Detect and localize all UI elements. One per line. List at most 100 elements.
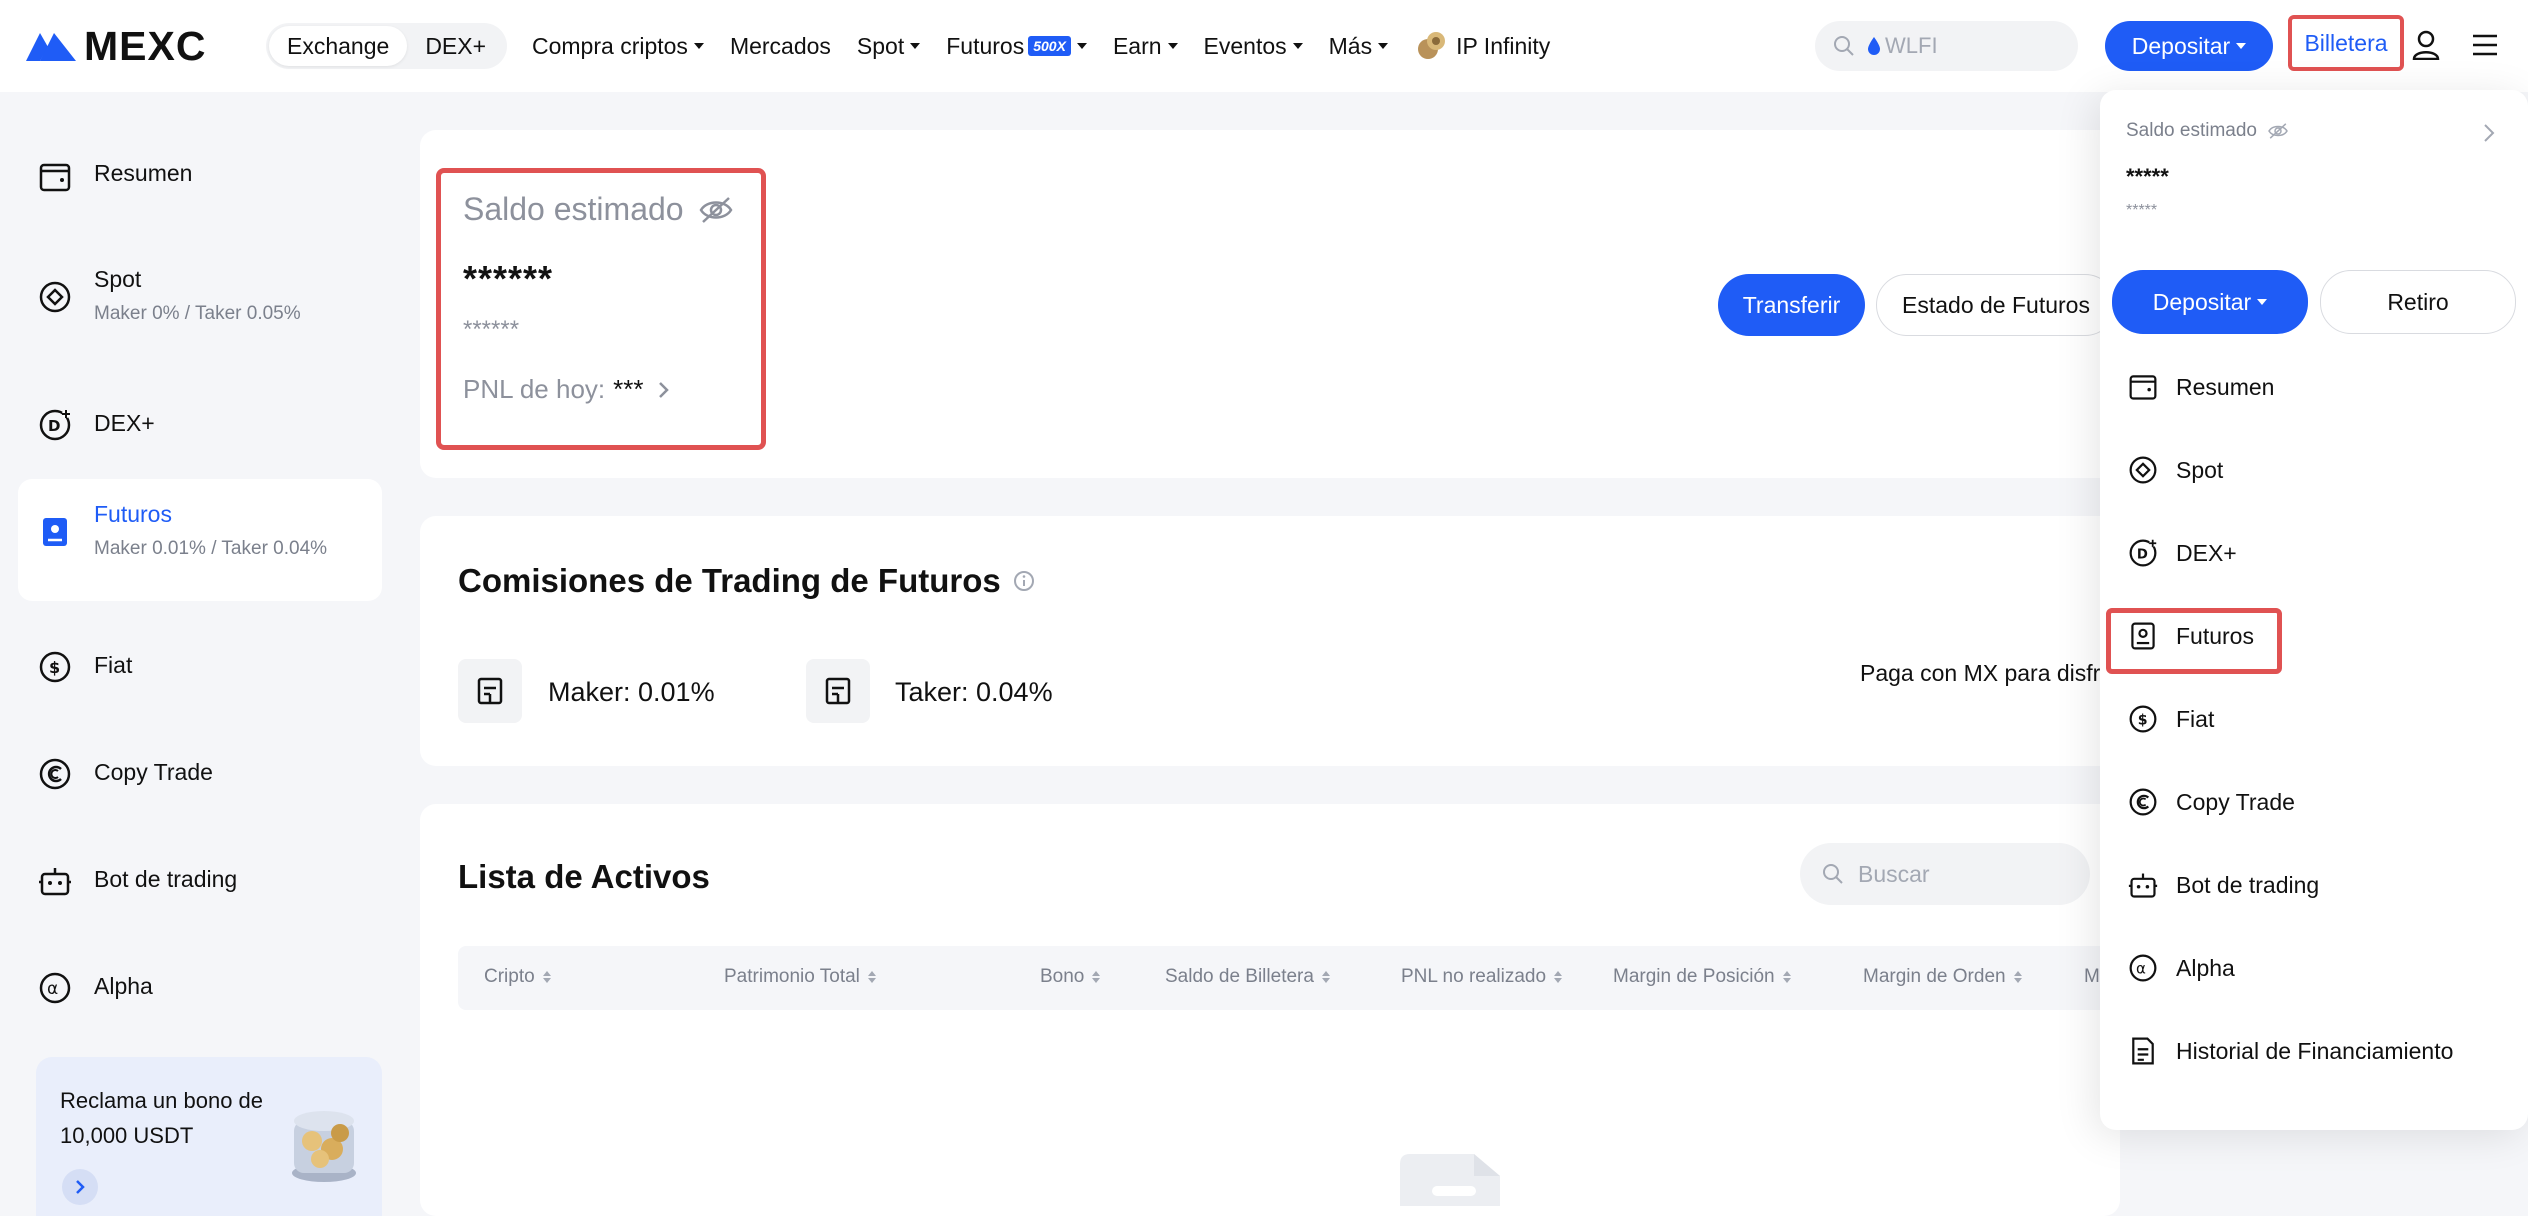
sort-icon xyxy=(1554,971,1563,983)
deposit-label: Depositar xyxy=(2152,288,2252,315)
nav-buy-crypto[interactable]: Compra criptos xyxy=(532,33,704,60)
alpha-icon: α xyxy=(39,972,71,1004)
dropdown-deposit-button[interactable]: Depositar xyxy=(2112,270,2308,334)
taker-fee-text: Taker: 0.04% xyxy=(895,677,1053,707)
balance-sub-value: ****** xyxy=(463,316,520,343)
caret-down-icon xyxy=(910,43,921,49)
column-header-bonus[interactable]: Bono xyxy=(1040,966,1101,988)
pnl-label: PNL de hoy: xyxy=(463,374,606,404)
info-icon[interactable] xyxy=(1013,570,1035,592)
sidebar-item-fiat[interactable]: $ Fiat xyxy=(18,644,382,684)
dropdown-item-label: Copy Trade xyxy=(2176,788,2295,815)
spot-icon xyxy=(2129,456,2157,484)
dropdown-balance-value: ***** xyxy=(2126,164,2169,189)
dropdown-item-funding-history[interactable]: Historial de Financiamiento xyxy=(2128,1036,2453,1066)
balance-label-text: Saldo estimado xyxy=(463,191,684,227)
search-placeholder: Buscar xyxy=(1858,860,1930,887)
sidebar-item-trading-bot[interactable]: Bot de trading xyxy=(18,858,382,898)
mexc-logo[interactable]: MEXC xyxy=(26,23,206,69)
dropdown-item-fiat[interactable]: $ Fiat xyxy=(2128,704,2214,734)
sidebar-item-resumen[interactable]: Resumen xyxy=(18,160,382,194)
caret-down-icon xyxy=(1292,43,1303,49)
segment-dex[interactable]: DEX+ xyxy=(407,26,504,66)
caret-down-icon xyxy=(1378,43,1389,49)
nav-markets[interactable]: Mercados xyxy=(730,33,831,60)
column-header-crypto[interactable]: Cripto xyxy=(484,966,551,988)
deposit-button[interactable]: Depositar xyxy=(2105,21,2273,71)
promo-text: Reclama un bono de 10,000 USDT xyxy=(60,1088,264,1148)
bonus-promo-card[interactable]: Reclama un bono de 10,000 USDT xyxy=(36,1057,382,1216)
segment-exchange[interactable]: Exchange xyxy=(269,26,408,66)
sidebar-item-dex[interactable]: D DEX+ xyxy=(18,402,382,442)
dropdown-item-resumen[interactable]: Resumen xyxy=(2128,372,2274,402)
caret-down-icon xyxy=(2257,299,2268,305)
dropdown-item-label: Resumen xyxy=(2176,373,2275,400)
nav-futures[interactable]: Futuros 500X xyxy=(946,33,1087,60)
today-pnl[interactable]: PNL de hoy: *** xyxy=(463,374,761,405)
fee-rate-text: Maker 0.01% / Taker 0.04% xyxy=(94,538,328,559)
svg-text:$: $ xyxy=(2138,712,2148,728)
column-label: PNL no realizado xyxy=(1401,966,1547,987)
sidebar-item-spot[interactable]: Spot Maker 0% / Taker 0.05% xyxy=(18,266,382,325)
sidebar-item-label: Resumen xyxy=(94,160,193,186)
dropdown-item-label: Spot xyxy=(2176,456,2224,483)
dollar-icon: $ xyxy=(2129,705,2157,733)
maker-fee-icon xyxy=(458,659,522,723)
wallet-button[interactable]: Billetera xyxy=(2288,15,2404,71)
asset-search-input[interactable]: Buscar xyxy=(1800,843,2090,905)
nav-label: Eventos xyxy=(1203,32,1287,59)
sidebar-item-label: Fiat xyxy=(94,652,133,678)
top-search-input[interactable]: WLFI xyxy=(1815,21,2078,71)
column-header-unrealized-pnl[interactable]: PNL no realizado xyxy=(1401,966,1563,988)
nav-earn[interactable]: Earn xyxy=(1113,33,1178,60)
sidebar-item-futuros[interactable]: Futuros Maker 0.01% / Taker 0.04% xyxy=(18,479,382,601)
nav-ip-infinity[interactable]: IP Infinity xyxy=(1414,29,1550,63)
eye-off-icon[interactable] xyxy=(698,195,734,225)
search-placeholder: WLFI xyxy=(1885,33,1938,58)
dropdown-item-trading-bot[interactable]: Bot de trading xyxy=(2128,870,2319,900)
column-label: Margin de Orden xyxy=(1863,966,2006,987)
leverage-badge: 500X xyxy=(1028,36,1071,56)
caret-down-icon xyxy=(1076,43,1087,49)
chevron-right-icon[interactable] xyxy=(2482,122,2496,144)
futures-status-button[interactable]: Estado de Futuros xyxy=(1876,274,2116,336)
document-icon xyxy=(2132,1037,2154,1065)
column-label: M xyxy=(2084,966,2100,987)
copy-trade-icon xyxy=(39,758,71,790)
sidebar-item-alpha[interactable]: α Alpha xyxy=(18,965,382,1005)
maker-fee-text: Maker: 0.01% xyxy=(548,677,715,707)
nav-events[interactable]: Eventos xyxy=(1204,33,1303,60)
nav-label: Más xyxy=(1328,32,1373,59)
dropdown-item-label: Alpha xyxy=(2176,954,2235,981)
estimated-balance-panel: Saldo estimado ****** ****** PNL de hoy:… xyxy=(436,168,766,450)
gift-jar-icon xyxy=(292,1111,356,1182)
menu-icon[interactable] xyxy=(2472,34,2498,56)
nav-more[interactable]: Más xyxy=(1328,32,1389,60)
user-icon[interactable] xyxy=(2412,30,2440,60)
sort-icon xyxy=(1782,971,1791,983)
mx-discount-text: Paga con MX para disfru xyxy=(1860,660,2114,686)
dropdown-item-dex[interactable]: D DEX+ xyxy=(2128,538,2237,568)
transfer-button[interactable]: Transferir xyxy=(1718,274,1865,336)
column-header-wallet-balance[interactable]: Saldo de Billetera xyxy=(1165,966,1330,988)
nav-label: Compra criptos xyxy=(532,32,688,59)
dropdown-withdraw-button[interactable]: Retiro xyxy=(2320,270,2516,334)
column-header-total-equity[interactable]: Patrimonio Total xyxy=(724,966,876,988)
column-header-position-margin[interactable]: Margin de Posición xyxy=(1613,966,1791,988)
column-header-order-margin[interactable]: Margin de Orden xyxy=(1863,966,2022,988)
nav-spot[interactable]: Spot xyxy=(857,33,921,60)
chevron-right-icon[interactable] xyxy=(62,1169,98,1205)
sidebar-item-copy-trade[interactable]: Copy Trade xyxy=(18,751,382,791)
column-label: Patrimonio Total xyxy=(724,966,860,987)
dropdown-item-alpha[interactable]: α Alpha xyxy=(2128,953,2235,983)
drop-icon xyxy=(1868,37,1880,55)
dropdown-item-spot[interactable]: Spot xyxy=(2128,455,2223,485)
nav-label: IP Infinity xyxy=(1456,32,1551,59)
futuros-highlight-box xyxy=(2106,608,2282,674)
main-nav: Compra criptos Mercados Spot Futuros 500X… xyxy=(532,0,1576,92)
eye-off-icon[interactable] xyxy=(2267,122,2289,140)
balance-label: Saldo estimado xyxy=(463,191,761,228)
dropdown-item-copy-trade[interactable]: Copy Trade xyxy=(2128,787,2295,817)
sidebar: Resumen Spot Maker 0% / Taker 0.05% D DE… xyxy=(0,92,400,1216)
column-header-truncated[interactable]: M xyxy=(2084,966,2100,988)
